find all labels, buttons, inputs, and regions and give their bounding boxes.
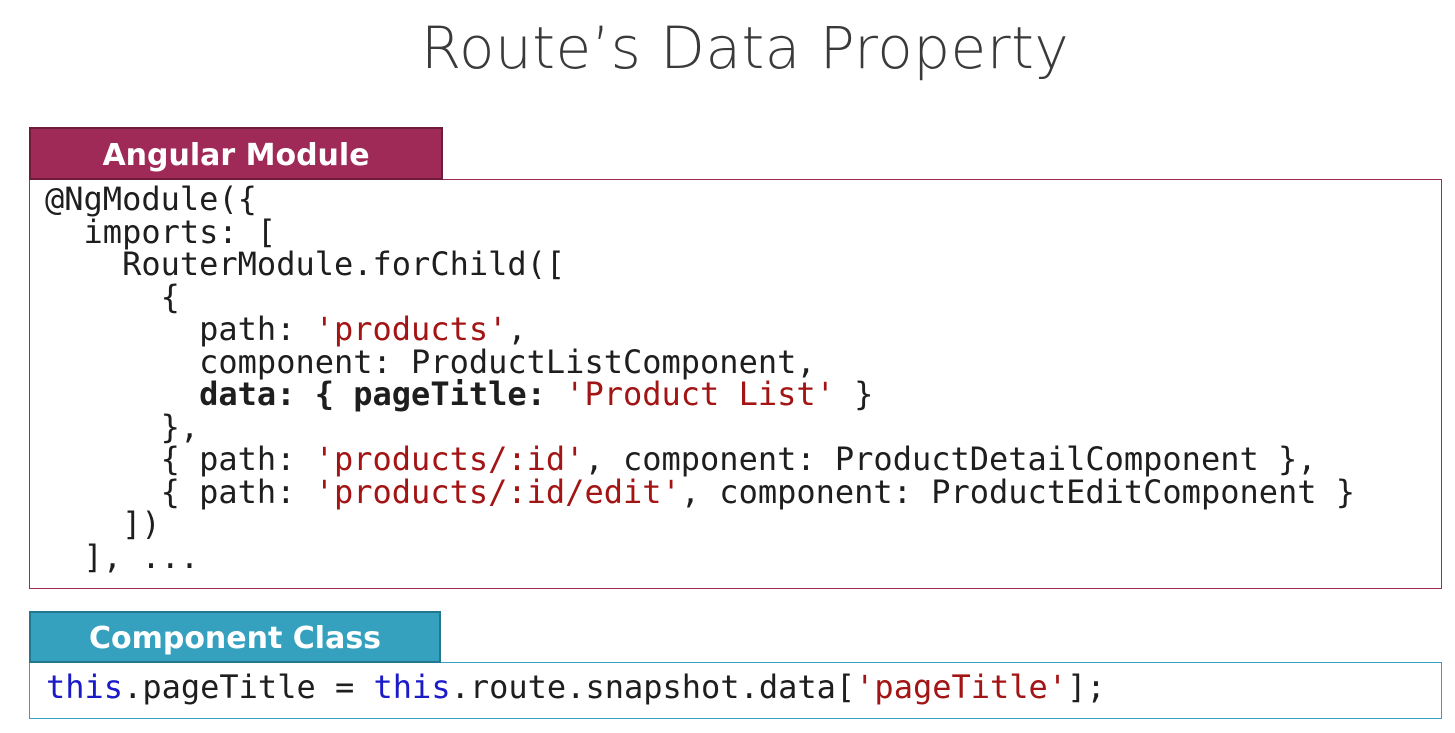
code-line: ]) [45,508,1355,541]
slide-title: Route’s Data Property [420,14,1070,82]
code-token: ], ... [83,537,200,576]
code-line: { path: 'products/:id', component: Produ… [45,443,1355,476]
code-token: .route.snapshot.data[ [450,668,856,706]
module-code-block: @NgModule({ imports: [ RouterModule.forC… [45,183,1355,573]
component-code-block: this.pageTitle = this.route.snapshot.dat… [46,671,1106,704]
code-string: 'Product List' [565,375,835,413]
code-line: path: 'products', [45,313,1355,346]
angular-module-tab: Angular Module [29,127,443,180]
code-string: 'pageTitle' [855,668,1068,706]
code-line: ], ... [45,537,1355,576]
code-token: data: { pageTitle: [199,375,566,413]
code-line: RouterModule.forChild([ [45,248,1355,281]
code-line: component: ProductListComponent, [45,345,1355,379]
code-token: { path: [160,472,315,511]
code-line: data: { pageTitle: 'Product List' } [45,378,1355,411]
code-token: .pageTitle = [123,668,374,706]
code-line: { [45,280,1355,314]
code-line: @NgModule({ [45,183,1355,216]
code-keyword: this [373,668,451,706]
code-token: } [834,375,874,413]
code-line: imports: [ [45,215,1355,249]
code-token: , component: ProductEditComponent } [680,472,1356,511]
code-token: ]; [1067,668,1106,706]
code-line: }, [45,410,1355,444]
component-class-tab: Component Class [29,611,441,663]
code-string: 'products/:id/edit' [314,472,681,511]
code-line: { path: 'products/:id/edit', component: … [45,472,1356,511]
code-line: this.pageTitle = this.route.snapshot.dat… [46,671,1106,704]
code-token: RouterModule.forChild([ [122,245,566,283]
code-keyword: this [46,668,124,706]
